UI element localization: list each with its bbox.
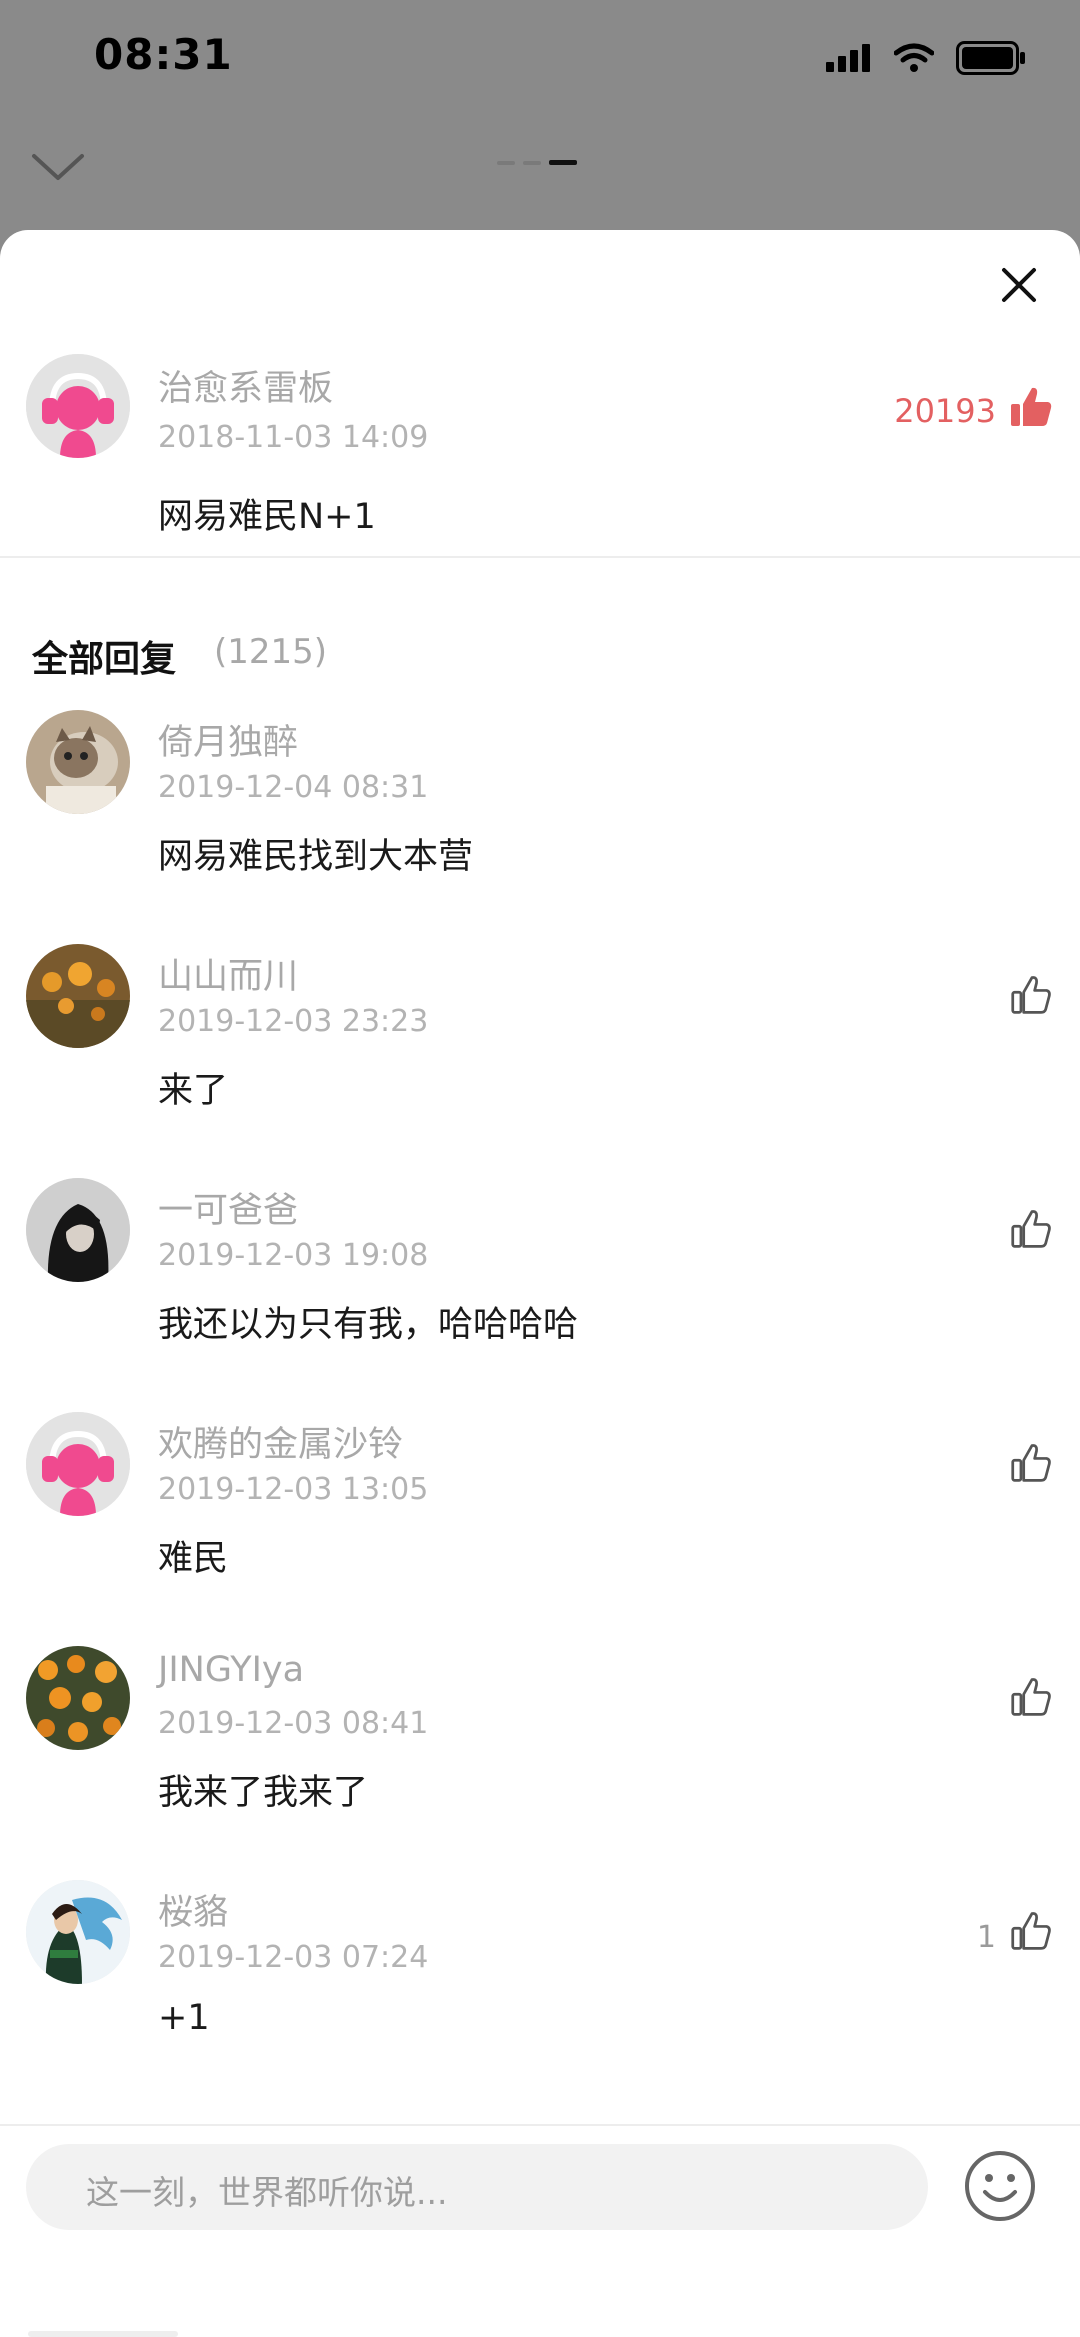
reply-author[interactable]: 欢腾的金属沙铃 [158,1416,403,1467]
status-time: 08:31 [94,30,233,79]
wifi-icon [893,43,935,77]
thumbs-up-icon[interactable] [1010,1676,1052,1722]
status-bar: 08:31 [0,0,1080,120]
reply-date: 2019-12-03 13:05 [158,1472,429,1507]
reply-date: 2019-12-03 23:23 [158,1004,429,1039]
avatar[interactable] [26,1646,130,1750]
comment-date: 2018-11-03 14:09 [158,420,429,455]
reply-content: 网易难民找到大本营 [158,837,474,877]
reply-date: 2019-12-03 19:08 [158,1238,429,1273]
divider [0,556,1080,558]
reply-date: 2019-12-04 08:31 [158,770,429,805]
avatar[interactable] [26,354,130,458]
status-icons [826,40,1026,80]
thumbs-up-icon[interactable] [1008,384,1054,434]
like-count: 20193 [894,392,996,430]
reply-item: 倚月独醉 2019-12-04 08:31 网易难民找到大本营 [0,710,1080,944]
home-indicator [28,2331,178,2337]
thumbs-up-icon[interactable] [1010,1910,1052,1956]
replies-count: (1215) [214,632,328,672]
replies-title: 全部回复 [32,639,177,680]
original-comment: 治愈系雷板 2018-11-03 14:09 网易难民N+1 20193 [0,230,1080,556]
reply-author[interactable]: 山山而川 [158,948,298,999]
battery-icon [956,41,1026,79]
reply-author[interactable]: 倚月独醉 [158,714,298,765]
reply-item: 欢腾的金属沙铃 2019-12-03 13:05 难民 [0,1412,1080,1646]
reply-content: 我还以为只有我，哈哈哈哈 [158,1305,579,1345]
page-dot [497,160,515,165]
reply-content: 来了 [158,1071,229,1111]
page-dot [523,160,541,165]
reply-author[interactable]: 一可爸爸 [158,1182,298,1233]
reply-item: 山山而川 2019-12-03 23:23 来了 [0,944,1080,1178]
signal-icon [826,44,872,76]
comment-input[interactable]: 这一刻，世界都听你说... [26,2144,928,2230]
thumbs-up-icon[interactable] [1010,1208,1052,1254]
reply-author[interactable]: 桜貉 [158,1884,228,1935]
reply-item: 桜貉 2019-12-03 07:24 +1 1 [0,1880,1080,2114]
comment-sheet: 治愈系雷板 2018-11-03 14:09 网易难民N+1 20193 全部回… [0,230,1080,2337]
thumbs-up-icon[interactable] [1010,974,1052,1020]
reply-item: JINGYIya 2019-12-03 08:41 我来了我来了 [0,1646,1080,1880]
avatar[interactable] [26,944,130,1048]
like-count: 1 [976,1920,996,1955]
avatar[interactable] [26,1412,130,1516]
emoji-icon[interactable] [962,2148,1038,2224]
comment-content: 网易难民N+1 [158,497,376,537]
page-indicator [497,160,577,165]
comment-input-placeholder: 这一刻，世界都听你说... [86,2173,448,2212]
avatar[interactable] [26,1880,130,1984]
reply-content: +1 [158,1998,210,2038]
reply-content: 我来了我来了 [158,1773,369,1813]
reply-content: 难民 [158,1539,229,1579]
chevron-down-icon[interactable] [30,150,86,188]
avatar[interactable] [26,710,130,814]
reply-item: 一可爸爸 2019-12-03 19:08 我还以为只有我，哈哈哈哈 [0,1178,1080,1412]
reply-date: 2019-12-03 07:24 [158,1940,429,1975]
comment-author[interactable]: 治愈系雷板 [158,360,333,411]
avatar[interactable] [26,1178,130,1282]
top-nav [0,130,1080,210]
reply-date: 2019-12-03 08:41 [158,1706,429,1741]
thumbs-up-icon[interactable] [1010,1442,1052,1488]
page-dot-active [549,160,577,165]
divider [0,2124,1080,2126]
reply-author[interactable]: JINGYIya [158,1650,304,1690]
